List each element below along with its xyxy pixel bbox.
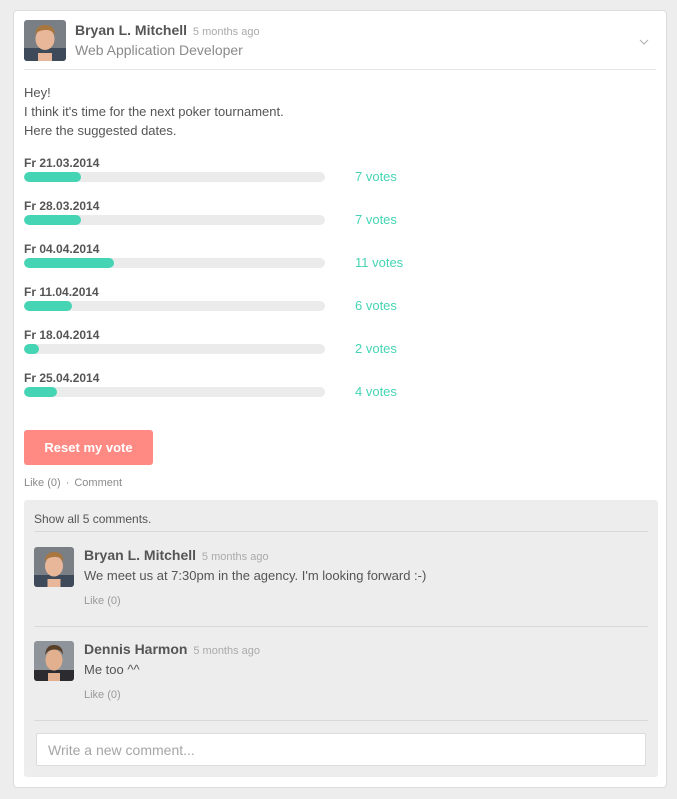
comment-like-link[interactable]: Like (0) [84,689,121,701]
poll-progress-fill [24,215,82,225]
comment-text: We meet us at 7:30pm in the agency. I'm … [84,568,427,583]
poll-vote-count: 7 votes [355,212,397,227]
new-comment-input[interactable] [36,733,646,766]
poll-option-date: Fr 04.04.2014 [24,242,100,256]
poll-progress-bar [24,258,325,268]
author-role: Web Application Developer [75,42,243,58]
poll: Fr 21.03.2014 7 votes Fr 28.03.2014 7 votes… [24,153,444,411]
poll-option[interactable]: Fr 21.03.2014 7 votes [24,153,444,196]
poll-option[interactable]: Fr 04.04.2014 11 votes [24,239,444,282]
poll-progress-bar [24,215,325,225]
poll-progress-fill [24,301,73,311]
poll-progress-fill [24,387,58,397]
message-line: Here the suggested dates. [24,123,177,138]
divider [34,531,648,532]
poll-progress-fill [24,172,82,182]
poll-option-date: Fr 21.03.2014 [24,156,100,170]
like-link[interactable]: Like (0) [24,477,61,489]
commenter-avatar[interactable] [34,547,74,587]
poll-option[interactable]: Fr 28.03.2014 7 votes [24,196,444,239]
author-avatar[interactable] [24,20,66,61]
poll-option[interactable]: Fr 11.04.2014 6 votes [24,282,444,325]
separator: · [65,477,70,489]
comment-timestamp: 5 months ago [201,551,269,563]
author-name-text[interactable]: Bryan L. Mitchell [75,22,187,38]
commenter-name[interactable]: Dennis Harmon 5 months ago [84,641,260,657]
divider [34,720,648,721]
poll-option-date: Fr 28.03.2014 [24,199,100,213]
poll-progress-bar [24,387,325,397]
poll-vote-count: 2 votes [355,341,397,356]
author-name[interactable]: Bryan L. Mitchell 5 months ago [75,22,260,38]
poll-option-date: Fr 18.04.2014 [24,328,100,342]
comments-section: Show all 5 comments. Bryan L. Mitchell 5… [24,500,658,777]
poll-progress-bar [24,172,325,182]
commenter-name-text[interactable]: Dennis Harmon [84,641,187,657]
comment-text: Me too ^^ [84,662,140,677]
poll-option-date: Fr 25.04.2014 [24,371,100,385]
commenter-name-text[interactable]: Bryan L. Mitchell [84,547,196,563]
poll-progress-fill [24,344,40,354]
comment-link[interactable]: Comment [74,477,122,489]
post-card: Bryan L. Mitchell 5 months ago Web Appli… [13,10,667,788]
poll-vote-count: 6 votes [355,298,397,313]
poll-vote-count: 11 votes [355,255,404,270]
post-timestamp: 5 months ago [192,26,260,38]
poll-option[interactable]: Fr 18.04.2014 2 votes [24,325,444,368]
poll-option[interactable]: Fr 25.04.2014 4 votes [24,368,444,411]
poll-progress-fill [24,258,115,268]
poll-option-date: Fr 11.04.2014 [24,285,99,299]
commenter-name[interactable]: Bryan L. Mitchell 5 months ago [84,547,269,563]
divider [34,626,648,627]
comment-item: Bryan L. Mitchell 5 months ago We meet u… [34,547,648,637]
chevron-down-icon[interactable] [638,34,650,45]
comment-item: Dennis Harmon 5 months ago Me too ^^ Lik… [34,641,648,731]
poll-vote-count: 7 votes [355,169,397,184]
comment-timestamp: 5 months ago [193,645,261,657]
message-line: I think it's time for the next poker tou… [24,104,284,119]
post-message: Hey! I think it's time for the next poke… [24,83,284,140]
post-actions: Like (0) · Comment [24,477,122,489]
show-all-comments-link[interactable]: Show all 5 comments. [34,512,151,526]
message-line: Hey! [24,85,51,100]
reset-vote-button[interactable]: Reset my vote [24,430,153,465]
commenter-avatar[interactable] [34,641,74,681]
poll-vote-count: 4 votes [355,384,397,399]
comment-like-link[interactable]: Like (0) [84,595,121,607]
poll-progress-bar [24,344,325,354]
poll-progress-bar [24,301,325,311]
post-header: Bryan L. Mitchell 5 months ago Web Appli… [24,20,656,70]
